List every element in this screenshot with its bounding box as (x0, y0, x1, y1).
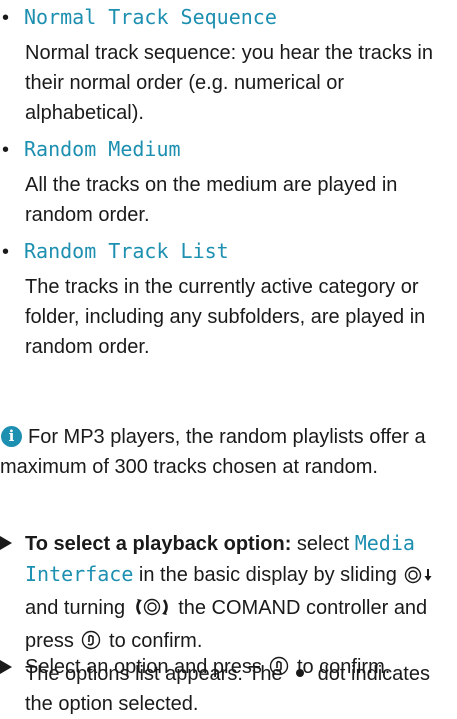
bullet: • (2, 241, 10, 263)
option-title-text: Random Track List (24, 239, 229, 263)
option-description: All the tracks on the medium are played … (25, 174, 398, 226)
option-title-random-medium: • Random Medium (2, 134, 181, 165)
slide-down-controller-icon (404, 563, 434, 593)
option-title-text: Random Medium (24, 137, 181, 161)
option-description: Normal track sequence: you hear the trac… (25, 42, 433, 124)
instruction-step: Select an option and press to confirm. (0, 652, 455, 684)
step-text: Select an option and press to confirm. (25, 652, 455, 685)
step-text-part: and turning (25, 597, 131, 619)
step-arrow-icon (0, 536, 12, 550)
turn-controller-icon (133, 596, 171, 626)
option-title-random-track-list: • Random Track List (2, 236, 229, 267)
bullet: • (2, 139, 10, 161)
step-text-part: select (291, 533, 355, 555)
step-arrow-icon (0, 660, 12, 674)
bullet: • (2, 7, 10, 29)
step-text: To select a playback option: select Medi… (25, 528, 455, 719)
option-description: The tracks in the currently active categ… (25, 276, 426, 358)
step-text-part: to confirm. (291, 656, 391, 678)
step-text-part: in the basic display by sliding (133, 564, 403, 586)
info-text: For MP3 players, the random playlists of… (0, 426, 426, 478)
step-text-part: Select an option and press (25, 656, 268, 678)
option-title-normal-track-sequence: • Normal Track Sequence (2, 2, 277, 33)
step-lead: To select a playback option: (25, 533, 292, 555)
step-text-part: to confirm. (103, 630, 203, 652)
manual-page: • Normal Track Sequence Normal track sequ… (0, 0, 457, 715)
option-title-text: Normal Track Sequence (24, 5, 277, 29)
press-controller-icon (269, 655, 289, 685)
